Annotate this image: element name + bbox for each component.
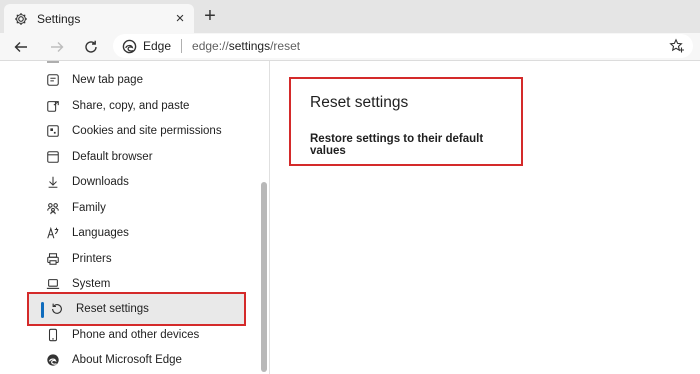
- sidebar-item-languages[interactable]: Languages: [45, 222, 250, 244]
- languages-icon: [45, 225, 61, 241]
- partial-icon: [47, 61, 59, 63]
- sidebar-item-label: Printers: [72, 253, 112, 265]
- reset-settings-card: Reset settings Restore settings to their…: [289, 77, 523, 166]
- tab-strip: Settings × +: [0, 0, 700, 33]
- sidebar-item-label: Downloads: [72, 176, 129, 188]
- restore-defaults-link[interactable]: Restore settings to their default values: [310, 133, 521, 157]
- sidebar-item-phone[interactable]: Phone and other devices: [45, 324, 250, 346]
- phone-icon: [45, 327, 61, 343]
- sidebar-item-printers[interactable]: Printers: [45, 248, 250, 270]
- sidebar-item-label: New tab page: [72, 74, 143, 86]
- sidebar-item-downloads[interactable]: Downloads: [45, 171, 250, 193]
- active-indicator: [41, 302, 44, 318]
- default-browser-icon: [45, 149, 61, 165]
- sidebar-item-label: Languages: [72, 227, 129, 239]
- sidebar-item-label: Phone and other devices: [72, 329, 200, 341]
- sidebar-item-cookies[interactable]: Cookies and site permissions: [45, 120, 250, 142]
- edge-icon: [45, 352, 61, 368]
- new-tab-button[interactable]: +: [200, 6, 220, 26]
- sidebar-item-label: Reset settings: [76, 303, 149, 315]
- url-prefix: edge://: [192, 39, 229, 53]
- share-icon: [45, 98, 61, 114]
- page-title: Reset settings: [310, 94, 409, 111]
- sidebar-item-label: Family: [72, 202, 106, 214]
- sidebar-item-label: System: [72, 278, 111, 290]
- sidebar-item-family[interactable]: Family: [45, 197, 250, 219]
- forward-button[interactable]: [46, 36, 68, 58]
- sidebar-item-share[interactable]: Share, copy, and paste: [45, 95, 250, 117]
- sidebar-item-new-tab-page[interactable]: New tab page: [45, 69, 250, 91]
- sidebar-item-label: Cookies and site permissions: [72, 125, 222, 137]
- sidebar-item-label: Share, copy, and paste: [72, 100, 190, 112]
- cookies-icon: [45, 123, 61, 139]
- gear-icon: [13, 11, 29, 27]
- family-icon: [45, 200, 61, 216]
- add-favorite-icon[interactable]: [669, 38, 685, 54]
- edge-logo-icon: [122, 39, 137, 53]
- laptop-icon: [45, 276, 61, 292]
- refresh-icon: [85, 40, 97, 53]
- reset-icon: [49, 301, 65, 317]
- sidebar-item-default-browser[interactable]: Default browser: [45, 146, 250, 168]
- sidebar-item-label: Default browser: [72, 151, 153, 163]
- address-divider: [181, 39, 183, 53]
- forward-arrow-icon: [51, 42, 64, 52]
- back-button[interactable]: [10, 36, 32, 58]
- sidebar-item-label: About Microsoft Edge: [72, 354, 182, 366]
- sidebar-item-reset-settings[interactable]: Reset settings: [27, 292, 246, 326]
- tab-settings[interactable]: Settings ×: [4, 4, 194, 33]
- sidebar-scroll-thumb[interactable]: [261, 182, 267, 372]
- sidebar-item-about[interactable]: About Microsoft Edge: [45, 349, 250, 371]
- address-bar[interactable]: Edge edge://settings/reset: [113, 34, 693, 58]
- url-suffix: /reset: [270, 39, 301, 53]
- url-text: edge://settings/reset: [192, 39, 300, 53]
- printer-icon: [45, 251, 61, 267]
- site-name: Edge: [143, 39, 172, 53]
- toolbar: Edge edge://settings/reset: [0, 33, 700, 61]
- new-tab-icon: [45, 72, 61, 88]
- back-arrow-icon: [14, 42, 27, 52]
- close-tab-button[interactable]: ×: [172, 10, 188, 26]
- download-icon: [45, 174, 61, 190]
- url-path: settings: [228, 39, 271, 53]
- refresh-button[interactable]: [80, 36, 102, 58]
- tab-title: Settings: [37, 11, 81, 26]
